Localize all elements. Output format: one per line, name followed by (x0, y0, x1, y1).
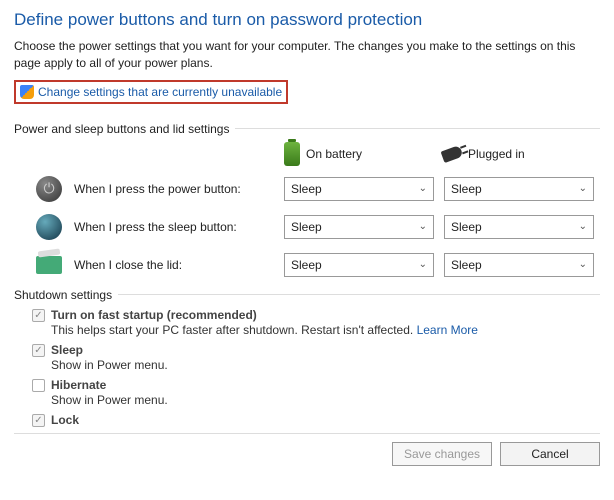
chevron-down-icon: ⌄ (419, 183, 427, 194)
save-changes-button[interactable]: Save changes (392, 442, 492, 466)
chevron-down-icon: ⌄ (579, 183, 587, 194)
lock-checkbox[interactable]: ✓ (32, 414, 45, 427)
select-value: Sleep (291, 258, 322, 272)
divider (235, 128, 600, 129)
section-label: Shutdown settings (14, 288, 112, 302)
select-value: Sleep (451, 220, 482, 234)
chevron-down-icon: ⌄ (579, 221, 587, 232)
footer: Save changes Cancel (14, 433, 600, 466)
sleep-option: ✓ Sleep Show in Power menu. (32, 343, 600, 372)
power-button-plugged-select[interactable]: Sleep ⌄ (444, 177, 594, 201)
chevron-down-icon: ⌄ (419, 221, 427, 232)
on-battery-label: On battery (306, 147, 362, 161)
chevron-down-icon: ⌄ (579, 259, 587, 270)
power-button-battery-select[interactable]: Sleep ⌄ (284, 177, 434, 201)
plug-icon (441, 145, 464, 163)
page-title: Define power buttons and turn on passwor… (14, 10, 600, 30)
select-value: Sleep (451, 258, 482, 272)
plugged-in-label: Plugged in (468, 147, 525, 161)
hibernate-desc: Show in Power menu. (51, 393, 168, 407)
section-label: Power and sleep buttons and lid settings (14, 122, 229, 136)
close-lid-label: When I close the lid: (74, 258, 274, 272)
hibernate-title: Hibernate (51, 378, 106, 392)
fast-startup-desc: This helps start your PC faster after sh… (51, 323, 417, 337)
close-lid-plugged-select[interactable]: Sleep ⌄ (444, 253, 594, 277)
select-value: Sleep (291, 182, 322, 196)
divider (118, 294, 600, 295)
select-value: Sleep (451, 182, 482, 196)
fast-startup-option: ✓ Turn on fast startup (recommended) Thi… (32, 308, 600, 337)
chevron-down-icon: ⌄ (419, 259, 427, 270)
power-button-icon: ⏻ (36, 176, 62, 202)
section-power-sleep-lid: Power and sleep buttons and lid settings (14, 122, 600, 136)
column-headers: On battery Plugged in (14, 142, 600, 166)
hibernate-option: Hibernate Show in Power menu. (32, 378, 600, 407)
learn-more-link[interactable]: Learn More (417, 323, 478, 337)
close-lid-battery-select[interactable]: Sleep ⌄ (284, 253, 434, 277)
power-button-label: When I press the power button: (74, 182, 274, 196)
lid-icon (36, 256, 62, 274)
row-close-lid: When I close the lid: Sleep ⌄ Sleep ⌄ (14, 250, 600, 280)
cancel-button[interactable]: Cancel (500, 442, 600, 466)
lock-option: ✓ Lock (32, 413, 600, 427)
change-settings-link-highlight: Change settings that are currently unava… (14, 80, 288, 104)
change-settings-link[interactable]: Change settings that are currently unava… (38, 85, 282, 99)
sleep-desc: Show in Power menu. (51, 358, 168, 372)
hibernate-checkbox[interactable] (32, 379, 45, 392)
sleep-button-label: When I press the sleep button: (74, 220, 274, 234)
battery-icon (284, 142, 300, 166)
row-power-button: ⏻ When I press the power button: Sleep⌄ … (14, 174, 600, 204)
sleep-button-plugged-select[interactable]: Sleep ⌄ (444, 215, 594, 239)
sleep-checkbox[interactable]: ✓ (32, 344, 45, 357)
sleep-button-battery-select[interactable]: Sleep ⌄ (284, 215, 434, 239)
row-sleep-button: When I press the sleep button: Sleep ⌄ Sl… (14, 212, 600, 242)
lock-title: Lock (51, 413, 79, 427)
fast-startup-checkbox[interactable]: ✓ (32, 309, 45, 322)
page-description: Choose the power settings that you want … (14, 38, 600, 72)
section-shutdown: Shutdown settings (14, 288, 600, 302)
select-value: Sleep (291, 220, 322, 234)
sleep-button-icon (36, 214, 62, 240)
sleep-title: Sleep (51, 343, 83, 357)
fast-startup-title: Turn on fast startup (recommended) (51, 308, 257, 322)
shield-icon (20, 85, 34, 99)
